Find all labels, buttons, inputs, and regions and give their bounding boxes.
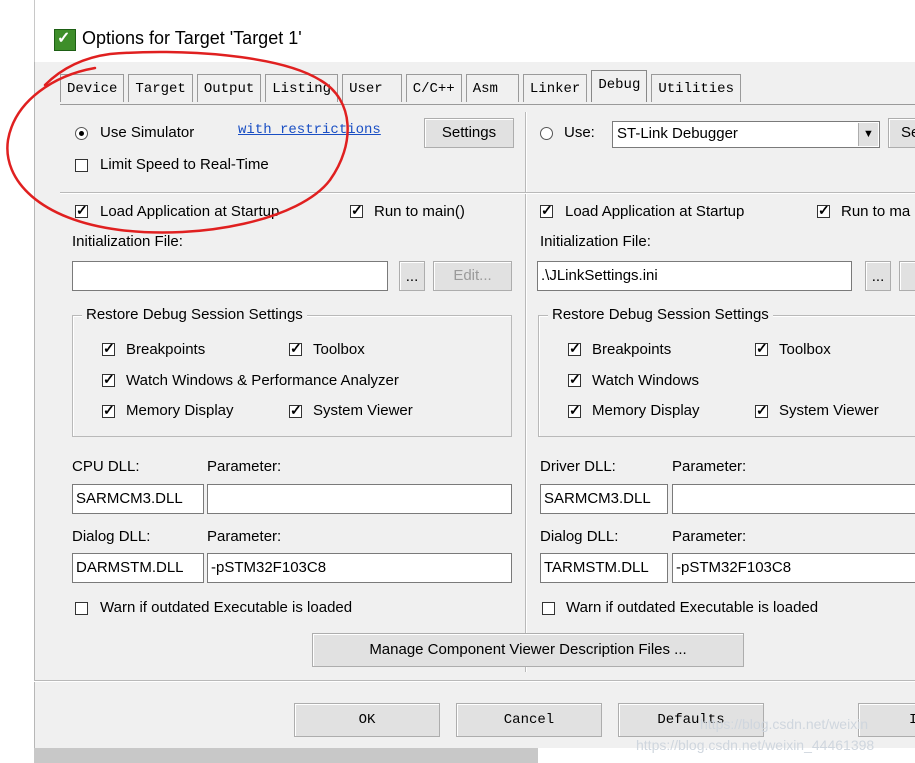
tab-output[interactable]: Output (196, 74, 262, 102)
cpu-dll-label: CPU DLL: (72, 458, 140, 475)
right-restore-group-label: Restore Debug Session Settings (548, 306, 773, 323)
status-strip (34, 748, 538, 763)
keil-app-icon (54, 28, 76, 51)
footer-divider (34, 680, 915, 682)
chevron-down-icon[interactable]: ▼ (858, 123, 878, 146)
watermark-line-1: https://blog.csdn.net/weixin (700, 716, 869, 732)
window-title: Options for Target 'Target 1' (82, 28, 302, 48)
left-settings-button[interactable]: Settings (424, 118, 514, 148)
left-breakpoints-label: Breakpoints (126, 341, 206, 358)
left-memory-display-label: Memory Display (126, 402, 234, 419)
driver-param-input[interactable] (672, 484, 915, 514)
tab-device[interactable]: Device (60, 74, 125, 102)
watermark-line-2: https://blog.csdn.net/weixin_44461398 (636, 737, 875, 753)
left-system-viewer-checkbox[interactable] (289, 402, 302, 419)
with-restrictions-link[interactable]: with restrictions (238, 122, 381, 138)
use-label: Use: (564, 124, 595, 141)
tab-baseline (60, 104, 915, 105)
cancel-button[interactable]: Cancel (456, 703, 602, 737)
cpu-dll-input[interactable]: SARMCM3.DLL (72, 484, 204, 514)
left-init-file-input[interactable] (72, 261, 388, 291)
right-memory-display-label: Memory Display (592, 402, 700, 419)
ok-button[interactable]: OK (294, 703, 440, 737)
right-watch-windows-checkbox[interactable] (568, 371, 581, 388)
tab-debug[interactable]: Debug (591, 70, 648, 102)
right-warn-label: Warn if outdated Executable is loaded (566, 599, 819, 616)
tab-strip: Device Target Output Listing User C/C++ … (60, 70, 741, 104)
limit-speed-checkbox[interactable] (75, 159, 88, 172)
left-system-viewer-label: System Viewer (313, 402, 413, 419)
debugger-select[interactable]: ST-Link Debugger ▼ (612, 121, 880, 148)
left-load-app-label: Load Application at Startup (100, 203, 280, 220)
tab-asm[interactable]: Asm (465, 74, 519, 102)
right-edit-button[interactable] (899, 261, 915, 291)
right-dialog-param-label: Parameter: (672, 528, 747, 545)
right-init-file-input[interactable]: .\JLinkSettings.ini (537, 261, 852, 291)
right-toolbox-checkbox[interactable] (755, 340, 768, 357)
tab-target[interactable]: Target (128, 74, 193, 102)
right-system-viewer-label: System Viewer (779, 402, 879, 419)
left-run-to-main-label: Run to main() (374, 203, 465, 220)
tab-user[interactable]: User (342, 74, 402, 102)
left-warn-label: Warn if outdated Executable is loaded (100, 599, 353, 616)
tab-cpp[interactable]: C/C++ (405, 74, 462, 102)
limit-speed-label: Limit Speed to Real-Time (100, 156, 269, 173)
cpu-param-label: Parameter: (207, 458, 282, 475)
manage-component-viewer-button[interactable]: Manage Component Viewer Description File… (312, 633, 744, 667)
driver-param-label: Parameter: (672, 458, 747, 475)
right-breakpoints-label: Breakpoints (592, 341, 672, 358)
left-toolbox-label: Toolbox (313, 341, 365, 358)
use-simulator-radio[interactable] (75, 127, 88, 140)
right-run-to-main-checkbox[interactable] (817, 202, 830, 219)
left-load-app-checkbox[interactable] (75, 202, 88, 219)
tab-linker[interactable]: Linker (522, 74, 588, 102)
right-warn-checkbox[interactable] (542, 602, 555, 615)
right-system-viewer-checkbox[interactable] (755, 402, 768, 419)
left-memory-display-checkbox[interactable] (102, 402, 115, 419)
tab-utilities[interactable]: Utilities (651, 74, 741, 102)
use-simulator-label: Use Simulator (100, 124, 195, 141)
debugger-select-value: ST-Link Debugger (617, 125, 738, 142)
left-restore-group-label: Restore Debug Session Settings (82, 306, 307, 323)
right-breakpoints-checkbox[interactable] (568, 340, 581, 357)
left-edit-button[interactable]: Edit... (433, 261, 512, 291)
right-memory-display-checkbox[interactable] (568, 402, 581, 419)
vertical-divider (525, 112, 527, 672)
left-warn-checkbox[interactable] (75, 602, 88, 615)
left-watch-windows-label: Watch Windows & Performance Analyzer (126, 372, 399, 389)
right-settings-button[interactable]: Se (888, 118, 915, 148)
right-toolbox-label: Toolbox (779, 341, 831, 358)
right-dialog-param-input[interactable]: -pSTM32F103C8 (672, 553, 915, 583)
left-breakpoints-checkbox[interactable] (102, 340, 115, 357)
right-browse-button[interactable]: ... (865, 261, 891, 291)
left-run-to-main-checkbox[interactable] (350, 202, 363, 219)
left-dialog-param-label: Parameter: (207, 528, 282, 545)
left-init-file-label: Initialization File: (72, 233, 183, 250)
left-browse-button[interactable]: ... (399, 261, 425, 291)
left-dialog-param-input[interactable]: -pSTM32F103C8 (207, 553, 512, 583)
driver-dll-input[interactable]: SARMCM3.DLL (540, 484, 668, 514)
horizontal-divider (60, 192, 915, 194)
driver-dll-label: Driver DLL: (540, 458, 616, 475)
right-load-app-label: Load Application at Startup (565, 203, 745, 220)
use-debugger-radio[interactable] (540, 127, 553, 140)
left-toolbox-checkbox[interactable] (289, 340, 302, 357)
right-load-app-checkbox[interactable] (540, 202, 553, 219)
left-dialog-dll-label: Dialog DLL: (72, 528, 151, 545)
right-watch-windows-label: Watch Windows (592, 372, 699, 389)
right-run-to-main-label: Run to ma (841, 203, 911, 220)
right-dialog-dll-input[interactable]: TARMSTM.DLL (540, 553, 668, 583)
right-init-file-label: Initialization File: (540, 233, 651, 250)
cpu-param-input[interactable] (207, 484, 512, 514)
tab-listing[interactable]: Listing (265, 74, 339, 102)
left-watch-windows-checkbox[interactable] (102, 371, 115, 388)
right-dialog-dll-label: Dialog DLL: (540, 528, 619, 545)
left-dialog-dll-input[interactable]: DARMSTM.DLL (72, 553, 204, 583)
